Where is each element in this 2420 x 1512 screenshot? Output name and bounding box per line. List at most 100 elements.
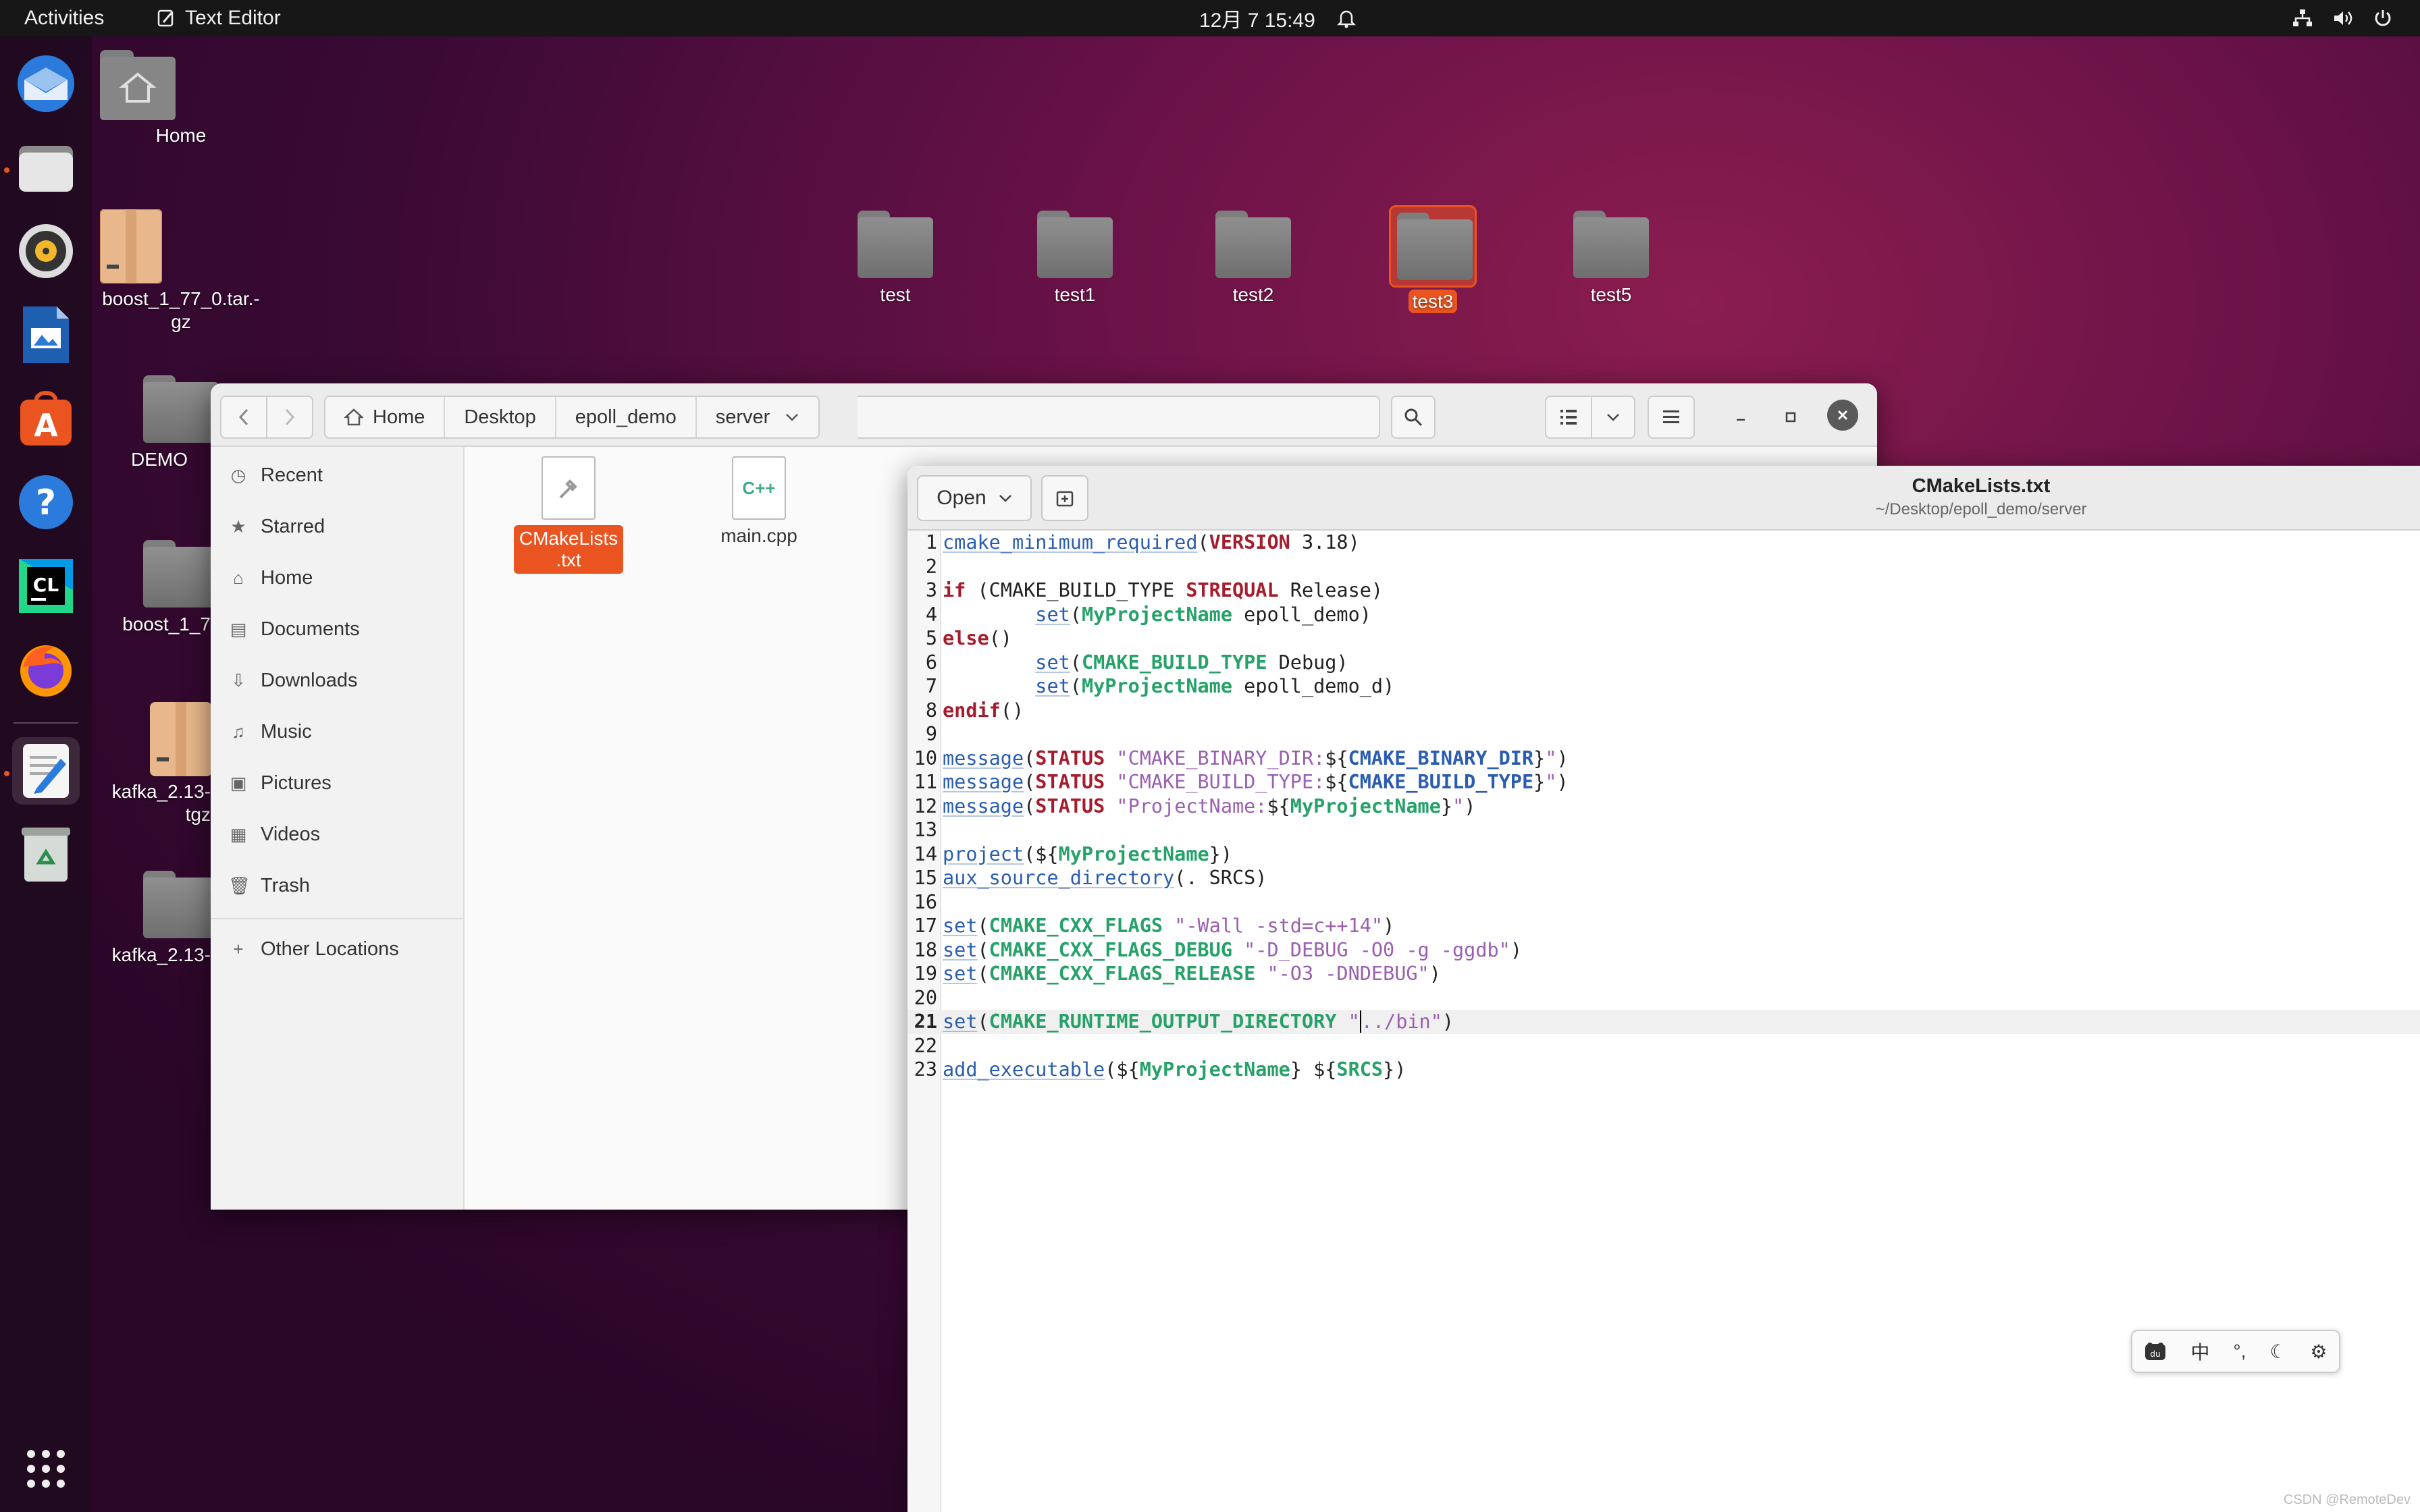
maximize-icon <box>1785 412 1796 423</box>
desktop-folder-test[interactable]: test <box>814 211 976 306</box>
system-menu[interactable] <box>2292 0 2393 36</box>
sidebar-item-starred[interactable]: ★ Starred <box>228 513 325 540</box>
crumb-desktop[interactable]: Desktop <box>445 397 556 437</box>
sidebar-item-music[interactable]: ♫ Music <box>228 718 311 745</box>
forward-button[interactable] <box>266 396 313 439</box>
help-icon[interactable]: ? <box>12 468 80 536</box>
app-menu[interactable]: Text Editor <box>157 0 281 36</box>
desktop-folder-test1[interactable]: test1 <box>994 211 1156 306</box>
file-label: main.cpp <box>720 525 797 546</box>
desktop-home[interactable]: Home <box>100 50 262 147</box>
gear-icon[interactable]: ⚙ <box>2310 1341 2327 1363</box>
open-button[interactable]: Open <box>917 475 1032 521</box>
desktop-boost-folder[interactable]: boost_1_7 <box>100 540 219 636</box>
clion-icon[interactable]: CL <box>12 552 80 620</box>
folder-label: test1 <box>1054 284 1096 305</box>
sidebar-item-other-locations[interactable]: + Other Locations <box>228 936 398 963</box>
desktop-kafka-archive[interactable]: kafka_2.13- tgz <box>100 702 212 826</box>
desktop-folder-test3[interactable]: test3 <box>1352 205 1514 313</box>
sidebar-label: Home <box>261 566 313 589</box>
files-icon[interactable] <box>12 134 80 201</box>
desktop-folder-test5[interactable]: test5 <box>1530 211 1692 306</box>
editor-headerbar: Open CMakeLists.txt ~/Desktop/epoll_demo… <box>908 466 2420 531</box>
crumb-server[interactable]: server <box>697 397 819 437</box>
thunderbird-icon[interactable] <box>12 50 80 117</box>
desktop-folder-test2[interactable]: test2 <box>1172 211 1334 306</box>
chevron-down-icon <box>1607 414 1619 421</box>
code-line: 6 set(CMAKE_BUILD_TYPE Debug) <box>925 651 1348 674</box>
running-indicator <box>4 167 9 173</box>
view-options-button[interactable] <box>1591 396 1635 439</box>
folder-icon <box>1215 211 1291 278</box>
sidebar-item-downloads[interactable]: ⇩ Downloads <box>228 667 357 694</box>
trash-icon[interactable] <box>12 821 80 888</box>
file-main-cpp[interactable]: C++ main.cpp <box>698 456 820 547</box>
firefox-icon[interactable] <box>12 636 80 703</box>
sidebar-item-pictures[interactable]: ▣ Pictures <box>228 770 332 796</box>
sidebar-item-documents[interactable]: ▤ Documents <box>228 616 360 643</box>
ime-mode-toggle[interactable]: 中 <box>2190 1338 2209 1365</box>
trash-icon: 🗑 <box>228 875 251 896</box>
desktop-boost-archive[interactable]: boost_1_77_0.tar.- gz <box>100 209 262 333</box>
crumb-label: Home <box>373 406 425 428</box>
software-icon[interactable]: A <box>12 385 80 452</box>
clock[interactable]: 12月 7 15:49 <box>1199 0 1315 36</box>
code-line: 15 aux_source_directory(. SRCS) <box>914 867 1267 889</box>
menu-button[interactable] <box>1648 396 1695 439</box>
code-line: 8 endif() <box>925 699 1024 722</box>
minimize-button[interactable] <box>1727 404 1754 431</box>
home-icon: ⌂ <box>233 567 244 588</box>
sidebar-item-home[interactable]: ⌂ Home <box>228 564 313 591</box>
sidebar-item-trash[interactable]: 🗑 Trash <box>228 872 310 899</box>
activities-button[interactable]: Activities <box>24 0 104 36</box>
crumb-epoll-demo[interactable]: epoll_demo <box>556 397 697 437</box>
rhythmbox-icon[interactable] <box>12 217 80 285</box>
network-icon <box>2292 8 2313 28</box>
desktop-kafka-folder[interactable]: kafka_2.13- <box>100 871 219 967</box>
code-line: 1 cmake_minimum_required(VERSION 3.18) <box>925 531 1360 554</box>
picture-icon: ▣ <box>230 772 247 793</box>
sidebar-item-videos[interactable]: ▦ Videos <box>228 821 320 848</box>
file-cmakelists[interactable]: CMakeLists .txt <box>508 456 629 574</box>
crumb-home[interactable]: Home <box>325 397 446 437</box>
show-apps-icon[interactable] <box>12 1435 80 1503</box>
app-name: Text Editor <box>185 7 281 29</box>
desktop-demo-folder[interactable]: DEMO <box>100 375 219 471</box>
desktop-demo-label: DEMO <box>131 449 188 470</box>
svg-text:CL: CL <box>33 574 59 596</box>
moon-icon[interactable]: ☾ <box>2269 1341 2286 1363</box>
list-view-button[interactable] <box>1545 396 1592 439</box>
notification-bell-icon[interactable] <box>1337 0 1356 36</box>
maximize-button[interactable] <box>1777 404 1804 431</box>
folder-label-selected: test3 <box>1408 290 1458 313</box>
editor-title: CMakeLists.txt ~/Desktop/epoll_demo/serv… <box>1643 475 2319 519</box>
folder-icon <box>858 211 933 278</box>
crumb-label: server <box>715 406 770 428</box>
close-button[interactable] <box>1827 400 1858 431</box>
new-tab-button[interactable] <box>1041 475 1088 521</box>
path-bar-fill[interactable] <box>858 396 1380 439</box>
folder-icon <box>1037 211 1113 278</box>
sidebar-item-recent[interactable]: ◷ Recent <box>228 462 323 489</box>
ime-logo-icon[interactable]: du <box>2144 1341 2167 1361</box>
code-line-current: 21 set(CMAKE_RUNTIME_OUTPUT_DIRECTORY "..… <box>908 1010 2420 1034</box>
watermark: CSDN @RemoteDev <box>2283 1492 2411 1507</box>
text-editor-icon[interactable] <box>12 737 80 805</box>
sidebar-label: Videos <box>261 823 321 845</box>
back-button[interactable] <box>220 396 267 439</box>
writer-icon[interactable] <box>12 301 80 369</box>
search-button[interactable] <box>1391 396 1436 439</box>
code-line: 16 <box>914 890 937 913</box>
home-icon <box>344 408 363 427</box>
video-icon: ▦ <box>230 824 247 844</box>
document-path: ~/Desktop/epoll_demo/server <box>1875 500 2087 518</box>
volume-icon <box>2332 8 2354 28</box>
files-sidebar: ◷ Recent ★ Starred ⌂ Home ▤ Documents ⇩ … <box>211 447 465 1210</box>
cpp-file-icon: C++ <box>732 456 786 520</box>
desktop-boost-archive-label: boost_1_77_0.tar.- gz <box>102 288 260 332</box>
code-line: 9 <box>925 723 937 745</box>
code-line: 10 message(STATUS "CMAKE_BINARY_DIR:${CMA… <box>914 747 1569 770</box>
ime-punctuation-toggle[interactable]: °, <box>2233 1341 2246 1362</box>
code-line: 18 set(CMAKE_CXX_FLAGS_DEBUG "-D_DEBUG -O… <box>914 938 1522 961</box>
clock-icon: ◷ <box>230 464 246 485</box>
